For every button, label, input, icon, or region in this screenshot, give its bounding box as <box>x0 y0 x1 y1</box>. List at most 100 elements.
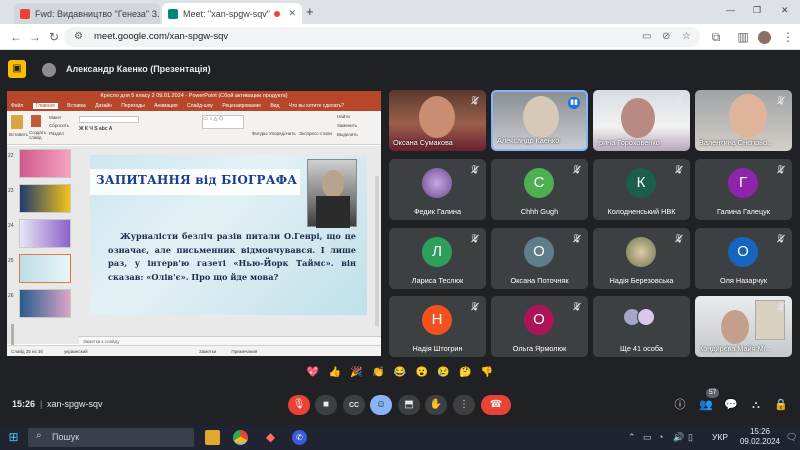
presenter-avatar <box>42 63 56 77</box>
viber-icon[interactable]: ✆ <box>292 430 307 445</box>
taskbar-clock[interactable]: 15:26 09.02.2024 <box>737 427 783 447</box>
site-info-icon[interactable]: ⚙ <box>74 30 83 44</box>
host-controls-button[interactable]: 🔒 <box>772 396 790 414</box>
reactions-button[interactable]: ☺ <box>370 395 392 415</box>
participant-name: Колодненський НВК <box>607 207 676 216</box>
participant-tile[interactable]: Л 🎙 Лариса Теслюк <box>389 228 486 289</box>
battery-icon[interactable]: ▯ <box>688 432 693 443</box>
raise-hand-button[interactable]: ✋ <box>425 395 447 415</box>
mic-off-icon: 🎙 <box>571 165 582 174</box>
new-tab-button[interactable]: + <box>306 4 314 19</box>
slide-scrollbar[interactable] <box>375 176 379 326</box>
camera-permission-icon[interactable]: ▭ <box>642 30 651 44</box>
more-participants-tile[interactable]: Ще 41 особа <box>593 296 690 357</box>
back-arrow-icon[interactable]: ← <box>8 29 24 45</box>
participant-tile[interactable]: 🎙 Ірина Гороховенко <box>593 90 690 151</box>
leave-call-button[interactable]: ☎ <box>481 395 511 415</box>
participant-tile[interactable]: О 🎙 Оля Назарчук <box>695 228 792 289</box>
clock-time: 15:26 <box>749 427 771 436</box>
chrome-icon[interactable] <box>233 430 248 445</box>
hang-up-icon: ☎ <box>489 399 503 410</box>
reaction-surprise-icon[interactable]: 😮 <box>415 366 429 380</box>
mic-permission-icon[interactable]: ⊘ <box>662 30 670 44</box>
maximize-button[interactable]: ❐ <box>753 5 761 16</box>
tab-gmail[interactable]: Fwd: Видавництво "Генеза" З... ✕ <box>14 3 160 24</box>
slide-thumbnail[interactable] <box>19 149 71 178</box>
participant-tile[interactable]: О 🎙 Оксана Поточняк <box>491 228 588 289</box>
hand-icon: ✋ <box>429 399 443 410</box>
captions-button[interactable]: CC <box>343 395 365 415</box>
forward-arrow-icon[interactable]: → <box>27 29 43 45</box>
reaction-thumbs-up-icon[interactable]: 👍 <box>328 366 342 380</box>
reactions-bar: 💖 👍 🎉 👏 😂 😮 😢 🤔 👎 <box>306 366 494 382</box>
comments-toggle[interactable]: Примечания <box>231 349 257 354</box>
windows-start-icon[interactable]: ⊞ <box>6 430 21 445</box>
address-bar[interactable]: ⚙ meet.google.com/xan-spgw-sqv ▭ ⊘ ☆ <box>64 27 700 47</box>
mic-off-icon: 🎙 <box>292 399 306 410</box>
extensions-icon[interactable]: ⧉ <box>708 29 724 45</box>
reaction-thinking-icon[interactable]: 🤔 <box>458 366 472 380</box>
profile-avatar[interactable] <box>758 31 771 44</box>
participant-video <box>621 98 655 138</box>
network-icon[interactable]: ▭ <box>643 432 652 443</box>
tab-meet[interactable]: Meet: "xan-spgw-sqv" ✕ <box>162 3 302 24</box>
participant-name: Надія Штогрин <box>412 344 463 353</box>
reaction-clap-icon[interactable]: 👏 <box>371 366 385 380</box>
reaction-party-icon[interactable]: 🎉 <box>350 366 364 380</box>
browser-tab-bar: Fwd: Видавництво "Генеза" З... ✕ Meet: "… <box>0 0 800 24</box>
reaction-laugh-icon[interactable]: 😂 <box>393 366 407 380</box>
presentation-indicator-icon[interactable]: ▣ <box>8 60 26 78</box>
ribbon-label: Макет <box>49 115 62 120</box>
reaction-thumbs-down-icon[interactable]: 👎 <box>480 366 494 380</box>
activities-button[interactable]: ⛬ <box>747 396 765 414</box>
sidebar-icon[interactable]: ▥ <box>735 29 751 45</box>
reaction-heart-icon[interactable]: 💖 <box>306 366 320 380</box>
slide-counter: Слайд 25 из 36 <box>11 349 43 354</box>
participant-tile[interactable]: 🎙 Федик Галина <box>389 159 486 220</box>
wifi-icon[interactable]: ◔ <box>658 432 663 442</box>
ribbon-label: Вставить <box>9 132 29 137</box>
chat-button[interactable]: 💬 <box>722 396 740 414</box>
slide-thumbnail[interactable] <box>19 184 71 213</box>
close-window-button[interactable]: ✕ <box>781 5 789 16</box>
close-tab-icon[interactable]: ✕ <box>284 8 296 19</box>
font-controls: Ж К Ч S abc A <box>79 116 199 138</box>
notifications-icon[interactable]: 🗨 <box>786 432 797 443</box>
ribbon-label: Найти <box>337 114 350 119</box>
notes-toggle[interactable]: Заметки <box>199 349 216 354</box>
slide-thumbnail-selected[interactable] <box>19 254 71 283</box>
participant-tile[interactable]: 🎙 Оксана Сумакова <box>389 90 486 151</box>
more-options-button[interactable]: ⋮ <box>453 395 475 415</box>
notes-pane[interactable]: Заметки к слайду <box>79 336 381 345</box>
participant-name: Оля Назарчук <box>719 276 768 285</box>
slide-thumbnail[interactable] <box>19 289 71 318</box>
participant-tile[interactable]: 🎙 Кондирєва Майя Мі... <box>695 296 792 357</box>
taskbar-search-box[interactable]: ⌕ Пошук <box>28 428 194 447</box>
participant-tile[interactable]: Г 🎙 Галина Галецук <box>695 159 792 220</box>
present-button[interactable]: ⬒ <box>398 395 420 415</box>
bookmark-star-icon[interactable]: ☆ <box>682 30 691 44</box>
participant-tile[interactable]: C 🎙 Chhh Gugh <box>491 159 588 220</box>
meeting-info-button[interactable]: ⓘ <box>671 396 689 414</box>
participant-tile[interactable]: Н 🎙 Надія Штогрин <box>389 296 486 357</box>
reload-icon[interactable]: ↻ <box>46 29 62 45</box>
volume-icon[interactable]: 🔊 <box>673 432 684 443</box>
participant-tile[interactable]: К 🎙 Колодненський НВК <box>593 159 690 220</box>
camera-toggle-button[interactable]: ■ <box>315 395 337 415</box>
slide-body-text: Журналісти безліч разів питали О.Генрі, … <box>108 231 356 282</box>
language-indicator[interactable]: УКР <box>712 432 728 442</box>
app-drop-icon[interactable]: ◆ <box>263 430 278 445</box>
file-explorer-icon[interactable] <box>205 430 220 445</box>
people-button[interactable]: 👥 <box>697 396 715 414</box>
slide-thumbnail[interactable] <box>19 219 71 248</box>
participant-tile[interactable]: 🎙 Валентина Снєгірьо... <box>695 90 792 151</box>
participant-tile-speaking[interactable]: ▮▮ Александр Каенко <box>491 90 588 151</box>
menu-kebab-icon[interactable]: ⋮ <box>780 29 796 45</box>
tray-chevron-icon[interactable]: ⌃ <box>628 432 636 443</box>
ribbon-tab: Дизайн <box>95 103 112 109</box>
participant-tile[interactable]: 🎙 Надія Березовська <box>593 228 690 289</box>
minimize-button[interactable]: — <box>726 5 735 15</box>
mic-toggle-button[interactable]: 🎙 <box>288 395 310 415</box>
reaction-sad-icon[interactable]: 😢 <box>437 366 451 380</box>
participant-tile[interactable]: О 🎙 Ольга Ярмолюк <box>491 296 588 357</box>
